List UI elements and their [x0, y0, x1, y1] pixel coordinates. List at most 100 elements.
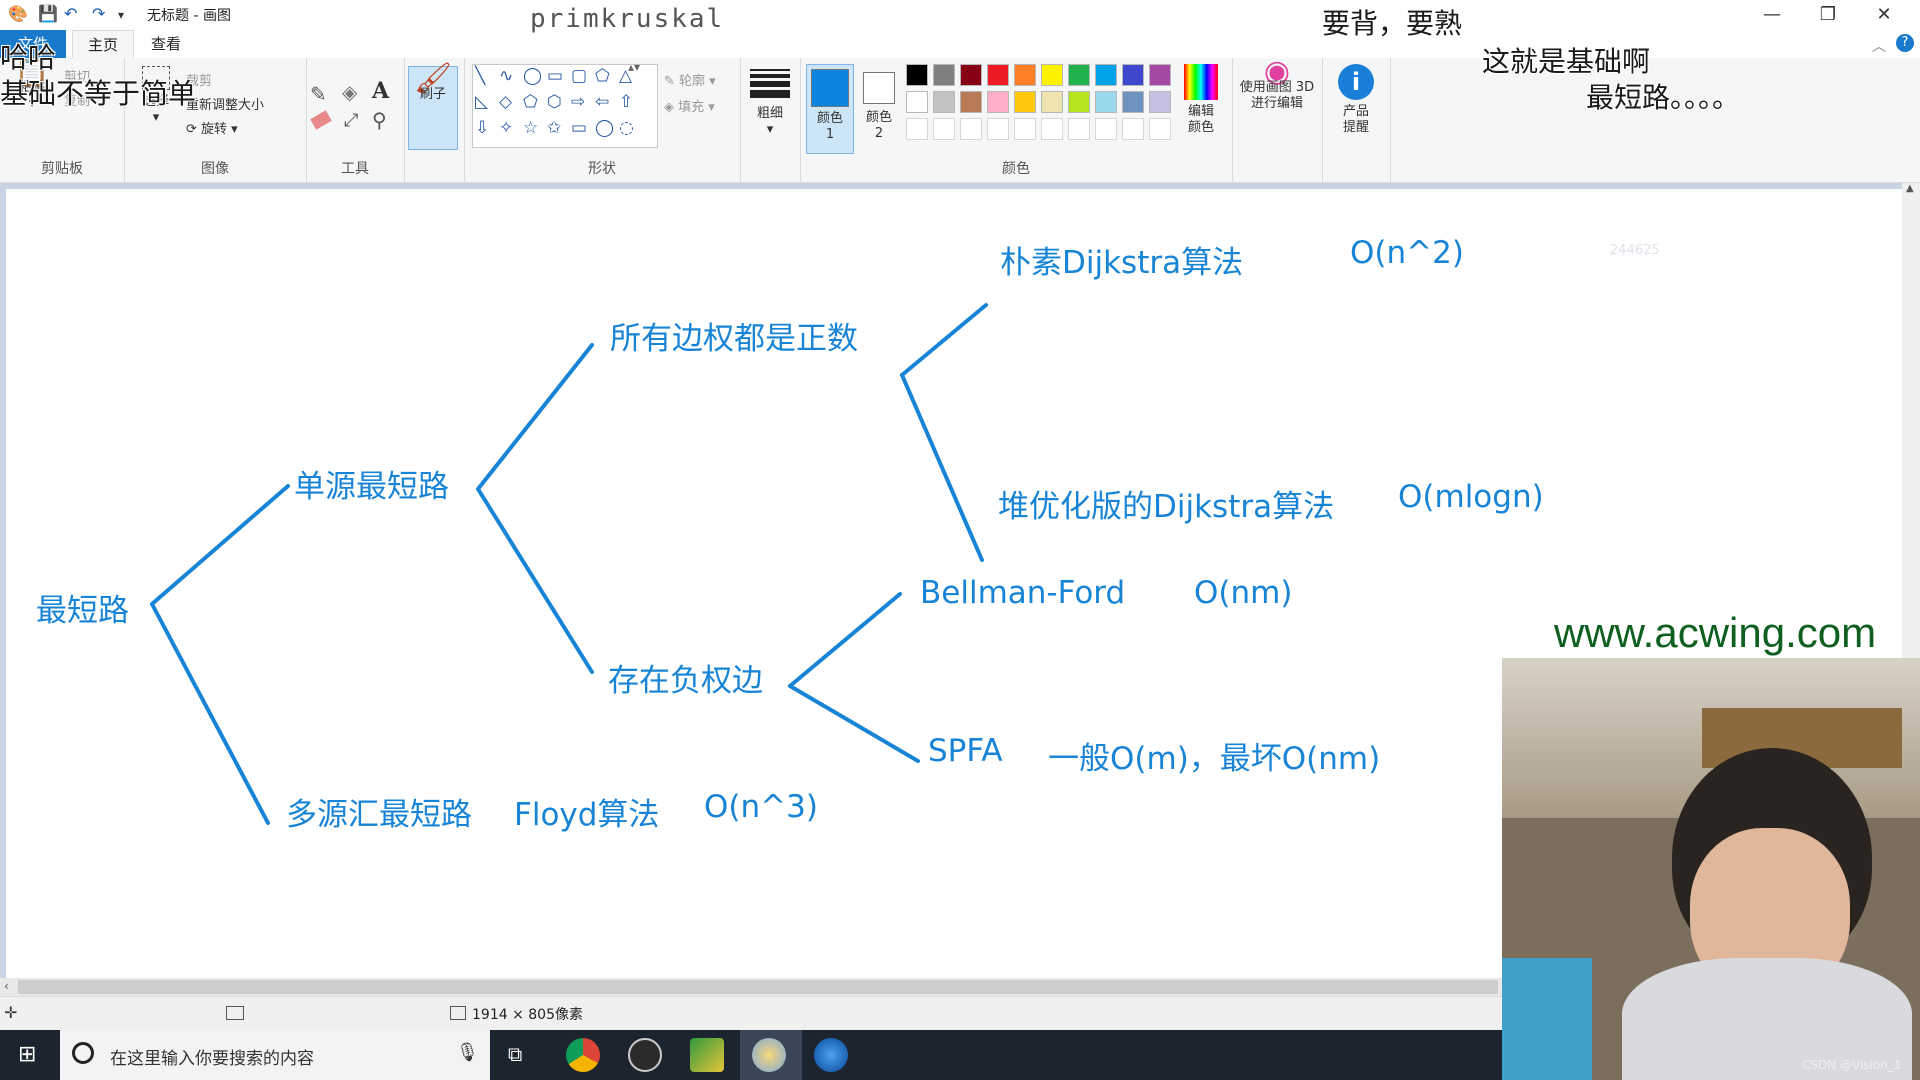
scroll-left-icon[interactable]: ‹: [4, 979, 9, 993]
size-button[interactable]: 粗细 ▾: [748, 66, 792, 138]
palette-swatch[interactable]: [1014, 64, 1036, 86]
right-arrow-shape-icon[interactable]: ⇨: [571, 93, 585, 111]
product-alert-button[interactable]: i 产品提醒: [1330, 64, 1382, 136]
task-view-icon[interactable]: ⧉: [508, 1042, 522, 1066]
customize-toolbar-icon[interactable]: ▾: [118, 8, 124, 22]
rounded-rect-shape-icon[interactable]: ▢: [571, 67, 587, 85]
color1-button[interactable]: 颜色 1: [806, 64, 854, 154]
tab-home[interactable]: 主页: [72, 30, 134, 58]
rectangle-shape-icon[interactable]: ▭: [547, 67, 563, 85]
horizontal-scrollbar[interactable]: ‹: [0, 978, 1502, 996]
up-arrow-shape-icon[interactable]: ⇧: [619, 93, 633, 111]
palette-swatch[interactable]: [1014, 91, 1036, 113]
oval-shape-icon[interactable]: ◯: [523, 67, 542, 85]
custom-color-swatch[interactable]: [1068, 118, 1090, 140]
six-point-star-shape-icon[interactable]: ✩: [547, 119, 561, 137]
five-point-star-shape-icon[interactable]: ☆: [523, 119, 538, 137]
right-triangle-shape-icon[interactable]: ◺: [475, 93, 488, 111]
pencil-icon[interactable]: ✎: [310, 82, 327, 106]
edit-colors-button[interactable]: 编辑颜色: [1176, 64, 1226, 136]
palette-swatch[interactable]: [1149, 91, 1171, 113]
collapse-ribbon-icon[interactable]: ︿: [1872, 36, 1886, 56]
node-shortest-path: 最短路: [36, 593, 129, 629]
edge-negative-bellman: [788, 592, 902, 688]
custom-color-swatch[interactable]: [1149, 118, 1171, 140]
shapes-gallery[interactable]: ╲ ∿ ◯ ▭ ▢ ⬠ △ ◺ ◇ ⬠ ⬡ ⇨ ⇦ ⇧ ⇩ ✧ ☆ ✩ ▭ ◯ …: [472, 64, 658, 148]
color2-button[interactable]: 颜色 2: [856, 64, 902, 152]
fill-bucket-icon[interactable]: ◈: [342, 80, 357, 104]
palette-swatch[interactable]: [1122, 91, 1144, 113]
cloud-callout-shape-icon[interactable]: ◌: [619, 119, 634, 137]
palette-swatch[interactable]: [933, 64, 955, 86]
photos-app-icon[interactable]: [690, 1038, 724, 1072]
resize-button[interactable]: 重新调整大小: [186, 94, 264, 113]
magnifier-icon[interactable]: ⚲: [372, 108, 387, 132]
brushes-button[interactable]: 🖌 刷子: [408, 64, 458, 150]
close-button[interactable]: ✕: [1856, 0, 1912, 30]
custom-color-swatch[interactable]: [906, 118, 928, 140]
custom-color-swatch[interactable]: [1014, 118, 1036, 140]
diamond-shape-icon[interactable]: ◇: [499, 93, 512, 111]
palette-swatch[interactable]: [987, 91, 1009, 113]
chrome-icon[interactable]: [566, 1038, 600, 1072]
custom-color-swatch[interactable]: [960, 118, 982, 140]
tab-view[interactable]: 查看: [140, 30, 192, 58]
custom-color-swatch[interactable]: [1122, 118, 1144, 140]
curve-shape-icon[interactable]: ∿: [499, 67, 513, 85]
palette-swatch[interactable]: [1068, 91, 1090, 113]
down-arrow-shape-icon[interactable]: ⇩: [475, 119, 489, 137]
palette-swatch[interactable]: [960, 91, 982, 113]
palette-swatch[interactable]: [1068, 64, 1090, 86]
rotate-button[interactable]: ⟳ 旋转 ▾: [186, 118, 238, 137]
palette-swatch[interactable]: [906, 91, 928, 113]
palette-swatch[interactable]: [1041, 64, 1063, 86]
paint-taskbar-button[interactable]: [740, 1030, 802, 1080]
hexagon-shape-icon[interactable]: ⬡: [547, 93, 562, 111]
color-picker-icon[interactable]: ⤢: [344, 110, 358, 131]
palette-swatch[interactable]: [960, 64, 982, 86]
microphone-icon[interactable]: 🎙: [456, 1042, 479, 1063]
text-tool-icon[interactable]: A: [372, 78, 389, 104]
fill-button[interactable]: ◈ 填充 ▾: [664, 96, 715, 115]
oval-callout-shape-icon[interactable]: ◯: [595, 119, 614, 137]
overlay-subtitle-2: 这就是基础啊: [1482, 45, 1651, 78]
minimize-button[interactable]: —: [1744, 0, 1800, 30]
palette-swatch[interactable]: [1041, 91, 1063, 113]
group-tools: ✎ ◈ A ⤢ ⚲ 工具: [306, 58, 405, 182]
custom-color-swatch[interactable]: [1095, 118, 1117, 140]
palette-swatch[interactable]: [987, 64, 1009, 86]
custom-color-swatch[interactable]: [1041, 118, 1063, 140]
palette-swatch[interactable]: [1095, 64, 1117, 86]
help-icon[interactable]: ?: [1896, 34, 1914, 52]
palette-swatch[interactable]: [906, 64, 928, 86]
eraser-icon[interactable]: [310, 110, 332, 130]
redo-icon[interactable]: ↷: [92, 4, 105, 23]
custom-color-swatch[interactable]: [987, 118, 1009, 140]
globe-app-icon[interactable]: [814, 1038, 848, 1072]
restore-button[interactable]: ❐: [1800, 0, 1856, 30]
four-point-star-shape-icon[interactable]: ✧: [499, 119, 513, 137]
node-multi-source: 多源汇最短路: [286, 797, 472, 833]
undo-icon[interactable]: ↶: [64, 4, 77, 23]
info-icon: i: [1338, 64, 1374, 100]
custom-color-swatch[interactable]: [933, 118, 955, 140]
taskbar-search-box[interactable]: 在这里输入你要搜索的内容 🎙: [60, 1030, 490, 1080]
node-negative-edges: 存在负权边: [608, 663, 763, 699]
paint3d-button[interactable]: ◉ 使用画图 3D 进行编辑: [1236, 57, 1318, 112]
palette-swatch[interactable]: [1122, 64, 1144, 86]
pentagon-shape-icon[interactable]: ⬠: [523, 93, 538, 111]
palette-swatch[interactable]: [933, 91, 955, 113]
windows-start-icon[interactable]: ⊞: [18, 1042, 36, 1067]
rect-callout-shape-icon[interactable]: ▭: [571, 119, 587, 137]
shapes-scroll-icon[interactable]: ▴▾: [628, 60, 640, 74]
obs-icon[interactable]: [628, 1038, 662, 1072]
left-arrow-shape-icon[interactable]: ⇦: [595, 93, 609, 111]
outline-button[interactable]: ✎ 轮廓 ▾: [664, 70, 716, 89]
horizontal-scroll-thumb[interactable]: [18, 980, 1498, 994]
palette-swatch[interactable]: [1149, 64, 1171, 86]
save-icon[interactable]: 💾: [38, 4, 58, 23]
palette-swatch[interactable]: [1095, 91, 1117, 113]
line-shape-icon[interactable]: ╲: [475, 67, 485, 85]
scroll-up-icon[interactable]: ▲: [1906, 183, 1914, 194]
polygon-shape-icon[interactable]: ⬠: [595, 67, 610, 85]
